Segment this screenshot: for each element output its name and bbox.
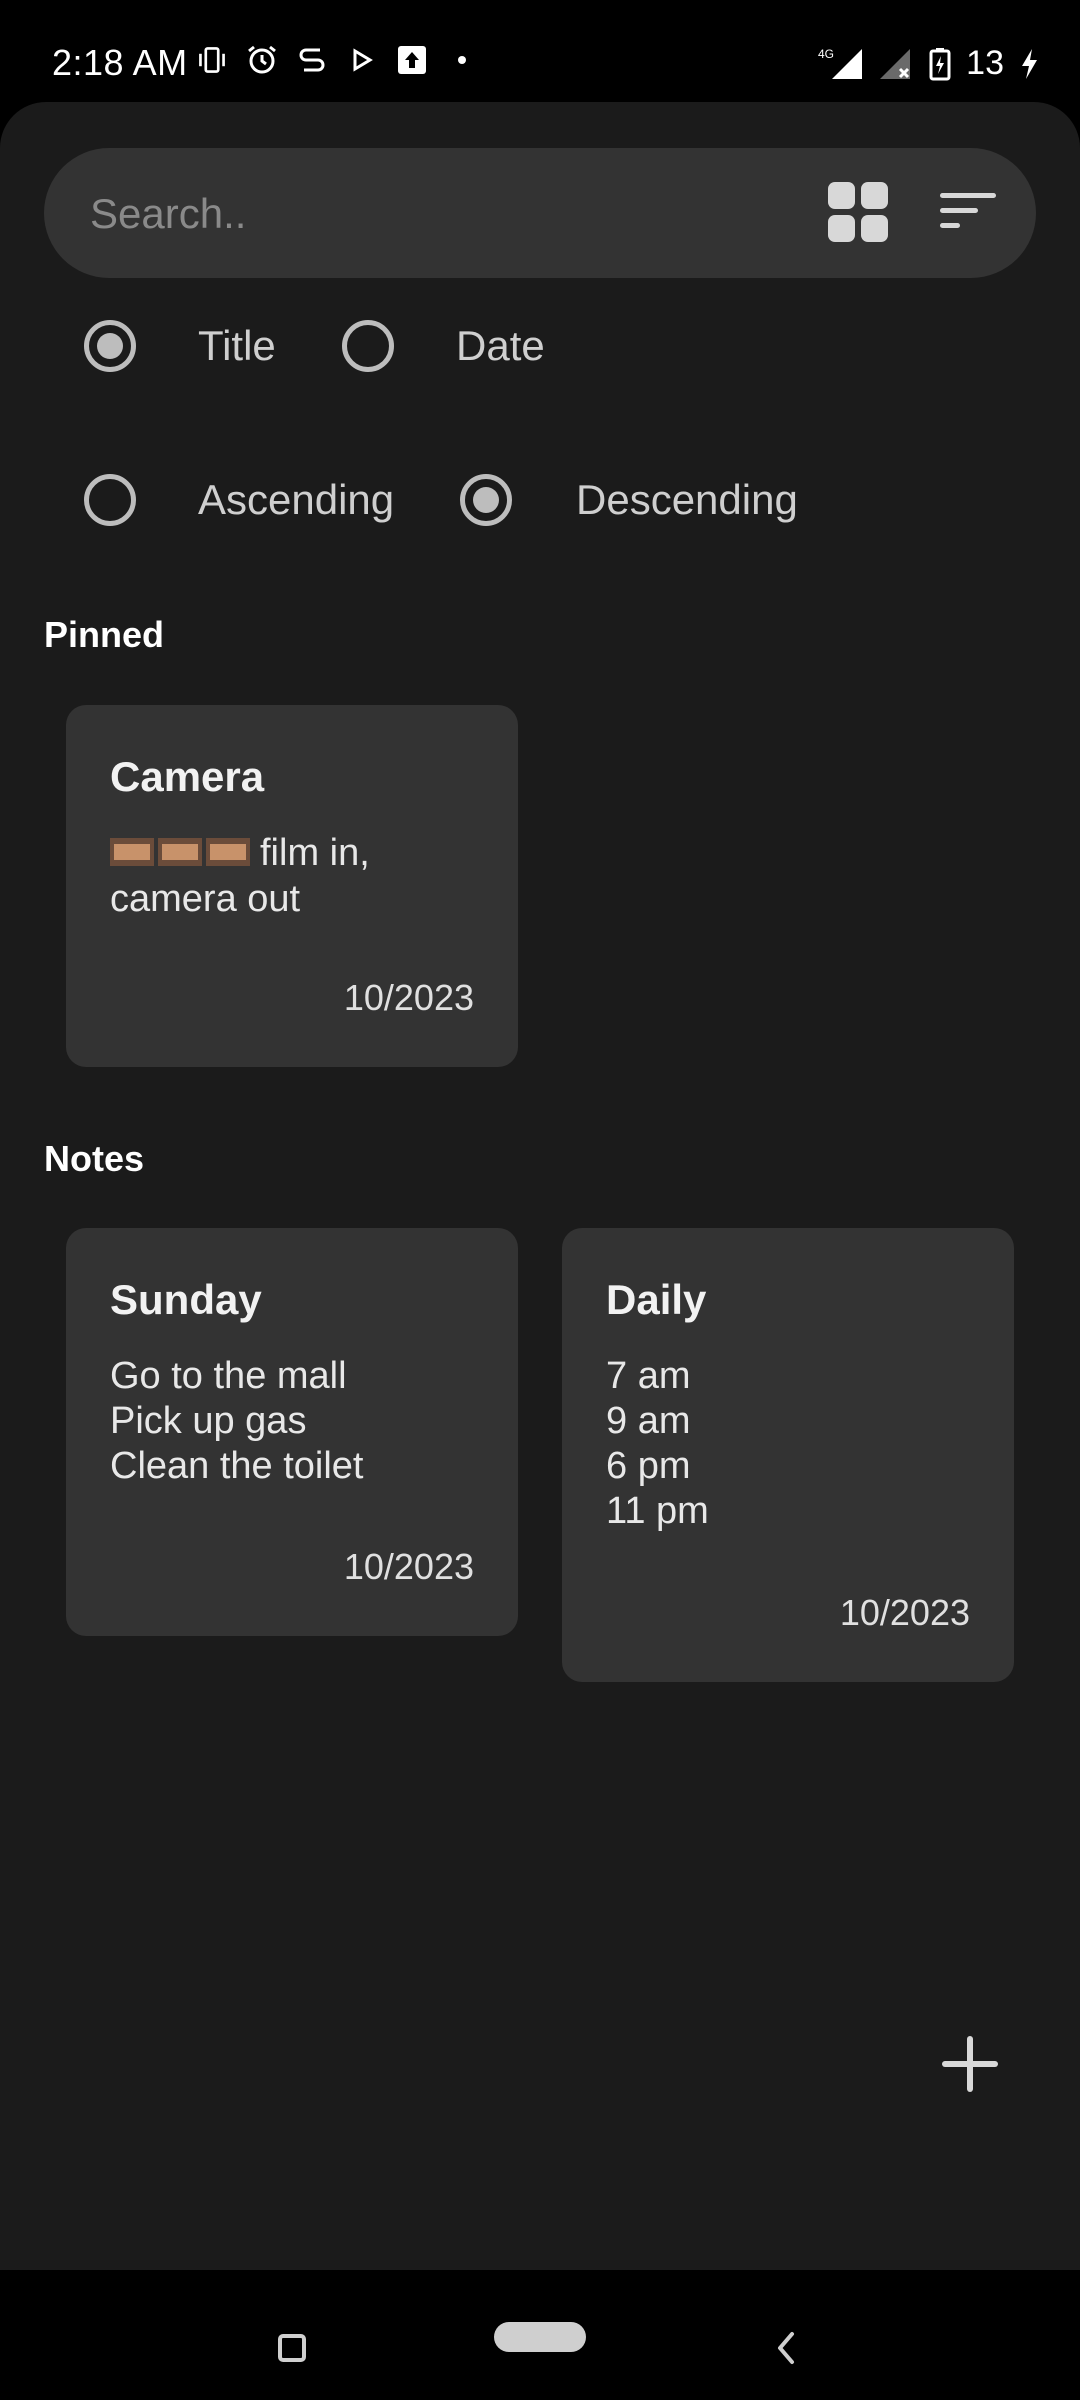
signal-no-service-icon (878, 48, 914, 80)
note-body: film in, camera out (110, 831, 370, 922)
pinned-section-title: Pinned (44, 614, 165, 655)
descending-label[interactable]: Descending (576, 476, 798, 524)
note-line: film in, (260, 832, 370, 874)
recents-button[interactable] (278, 2334, 306, 2362)
note-date: 10/2023 (343, 977, 474, 1018)
sort-button[interactable] (938, 188, 998, 238)
navigation-bar (0, 2270, 1080, 2400)
status-bar: 2:18 AM 4G 13 (0, 0, 1080, 100)
search-input[interactable] (88, 148, 792, 280)
back-button[interactable] (774, 2330, 798, 2366)
grid-view-button[interactable] (828, 182, 888, 242)
status-time: 2:18 AM (52, 42, 188, 83)
note-card[interactable]: Sunday Go to the mall Pick up gas Clean … (66, 1228, 518, 1636)
plus-icon (942, 2036, 998, 2092)
note-date: 10/2023 (839, 1592, 970, 1633)
ascending-label[interactable]: Ascending (198, 476, 394, 524)
system-icons: 4G 13 (818, 44, 1040, 83)
dot-icon (446, 44, 478, 76)
sort-date-label[interactable]: Date (456, 322, 545, 370)
sync-icon (296, 44, 328, 76)
note-line: Pick up gas (110, 1400, 307, 1442)
play-store-icon (346, 44, 378, 76)
upload-icon (396, 44, 428, 76)
note-line: 11 pm (606, 1490, 709, 1532)
note-title: Camera (110, 753, 265, 800)
note-line: Go to the mall (110, 1355, 347, 1397)
notes-app: Title Date Ascending Descending Pinned C… (0, 102, 1080, 2270)
charging-bolt-icon (1018, 48, 1040, 80)
vibrate-icon (196, 44, 228, 76)
svg-text:4G: 4G (818, 47, 834, 61)
search-bar (44, 148, 1036, 280)
note-title: Daily (606, 1276, 707, 1323)
sort-title-radio[interactable] (84, 320, 136, 372)
film-frames-icon (110, 832, 250, 877)
notes-section-title: Notes (44, 1138, 145, 1179)
add-note-button[interactable] (936, 2030, 1004, 2098)
battery-charging-icon (928, 47, 952, 80)
pinned-note-card[interactable]: Camera film in, camera out 10/2023 (66, 705, 518, 1067)
note-line: 7 am (606, 1355, 691, 1397)
home-button[interactable] (494, 2322, 586, 2352)
alarm-icon (246, 44, 278, 76)
sort-title-label[interactable]: Title (198, 322, 276, 370)
note-line: 6 pm (606, 1445, 691, 1487)
sort-date-radio[interactable] (342, 320, 394, 372)
sort-icon (940, 193, 996, 228)
back-icon (778, 2332, 794, 2364)
notification-icons (196, 44, 478, 76)
ascending-radio[interactable] (84, 474, 136, 526)
note-line: camera out (110, 878, 301, 921)
descending-radio[interactable] (460, 474, 512, 526)
signal-4g-icon: 4G (818, 47, 864, 80)
note-title: Sunday (110, 1276, 262, 1323)
sort-by-group: Title Date (0, 308, 1080, 388)
note-date: 10/2023 (343, 1546, 474, 1587)
note-line: Clean the toilet (110, 1445, 364, 1487)
note-body: 7 am 9 am 6 pm 11 pm (606, 1354, 709, 1534)
sort-order-group: Ascending Descending (0, 462, 1080, 542)
note-line: 9 am (606, 1400, 691, 1442)
grid-view-icon (828, 182, 888, 242)
note-card[interactable]: Daily 7 am 9 am 6 pm 11 pm 10/2023 (562, 1228, 1014, 1682)
battery-level: 13 (966, 44, 1004, 82)
note-body: Go to the mall Pick up gas Clean the toi… (110, 1354, 364, 1489)
